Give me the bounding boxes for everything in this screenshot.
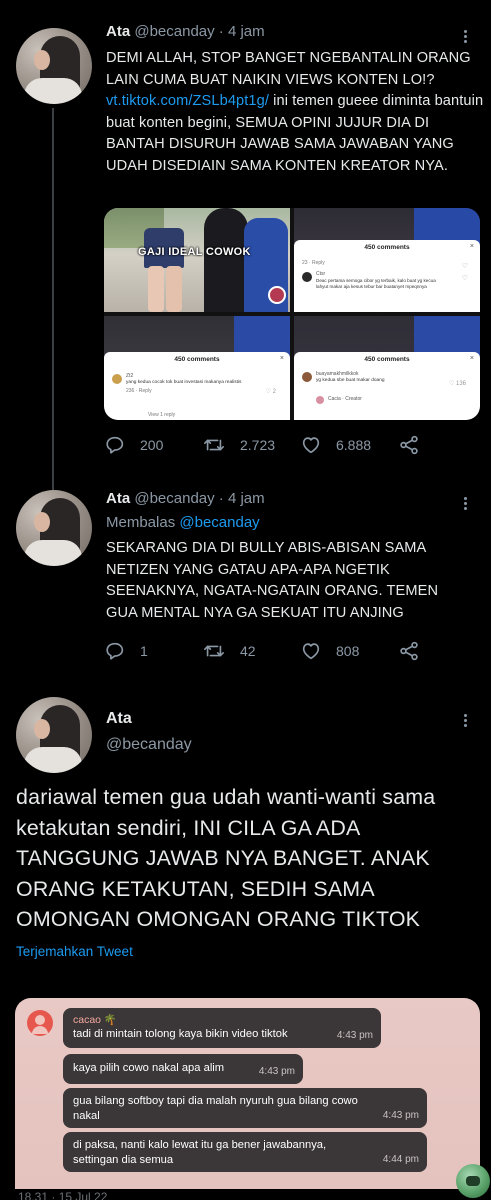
avatar[interactable]	[16, 697, 92, 773]
like-icon	[302, 643, 320, 660]
replying-to: Membalas @becanday	[106, 514, 260, 531]
reply-count: 200	[140, 437, 164, 453]
replying-handle[interactable]: @becanday	[179, 514, 259, 531]
chat-sender: cacao 🌴	[73, 1014, 118, 1026]
fab-icon[interactable]	[456, 1164, 490, 1198]
more-icon[interactable]	[460, 495, 470, 512]
chat-message: tadi di mintain tolong kaya bikin video …	[73, 1028, 288, 1040]
chat-message: gua bilang softboy tapi dia malah nyuruh…	[73, 1095, 358, 1122]
chat-avatar-icon	[27, 1010, 53, 1036]
tweet-timestamp: 18.31 · 15 Jul 22	[18, 1190, 108, 1200]
thread-line	[52, 108, 54, 488]
chat-bubble: di paksa, nanti kalo lewat itu ga bener …	[63, 1132, 427, 1172]
tweet-actions: 1 42 808	[104, 640, 480, 664]
tweet-text: DEMI ALLAH, STOP BANGET NGEBANTALIN ORAN…	[106, 50, 484, 174]
like-count: 808	[336, 643, 360, 659]
retweet-icon	[204, 645, 224, 657]
tweet-text: SEKARANG DIA DI BULLY ABIS-ABISAN SAMA N…	[106, 540, 439, 621]
media-photo-1[interactable]: GAJI IDEAL COWOK	[104, 208, 290, 312]
retweet-button[interactable]: 42	[202, 640, 256, 662]
like-button[interactable]: 808	[300, 640, 359, 662]
like-icon	[302, 437, 320, 454]
comments-header: 450 comments	[364, 244, 410, 251]
chat-time: 4:44 pm	[382, 1154, 419, 1165]
focused-author-handle[interactable]: @becanday	[106, 736, 192, 754]
media-photo-3[interactable]: 450 comments × Zt2 yang kedua cocok tok …	[104, 316, 290, 420]
author-name[interactable]: Ata	[106, 490, 130, 507]
chat-bubble: cacao 🌴 tadi di mintain tolong kaya biki…	[63, 1008, 381, 1048]
tweet-actions: 200 2.723 6.888	[104, 434, 480, 458]
reply-button[interactable]: 1	[104, 640, 148, 662]
like-count: 6.888	[336, 437, 372, 453]
like-button[interactable]: 6.888	[300, 434, 371, 456]
media-photo-4[interactable]: 450 comments × buayamakhmilkkok yg kedua…	[294, 316, 480, 420]
share-icon	[400, 641, 418, 661]
chat-time: 4:43 pm	[258, 1066, 295, 1077]
author-handle-time[interactable]: @becanday · 4 jam	[134, 23, 264, 40]
author-handle-time[interactable]: @becanday · 4 jam	[134, 490, 264, 507]
tweet-header: Ata @becanday · 4 jam	[106, 490, 265, 507]
media-photo-2[interactable]: 450 comments × 23 · Reply Ctsr Deac pert…	[294, 208, 480, 312]
tweet-2[interactable]: Ata @becanday · 4 jam Membalas @becanday…	[0, 488, 491, 680]
reply-icon	[106, 642, 124, 660]
comment-username: Ctsr	[316, 271, 326, 277]
reply-button[interactable]: 200	[104, 434, 163, 456]
comment-text: Deac pertama semoga cibor yg terbaik, ka…	[316, 278, 436, 289]
tweet-header: Ata @becanday · 4 jam	[106, 23, 265, 40]
chat-bubble: kaya pilih cowo nakal apa alim 4:43 pm	[63, 1054, 303, 1084]
retweet-icon	[204, 439, 224, 451]
translate-link[interactable]: Terjemahkan Tweet	[16, 944, 133, 959]
chat-screenshot[interactable]: cacao 🌴 tadi di mintain tolong kaya biki…	[15, 998, 480, 1200]
avatar[interactable]	[16, 28, 92, 104]
retweet-count: 2.723	[240, 437, 276, 453]
share-button[interactable]	[398, 640, 420, 662]
media-overlay-text: GAJI IDEAL COWOK	[138, 246, 251, 258]
author-name[interactable]: Ata	[106, 23, 130, 40]
chat-message: di paksa, nanti kalo lewat itu ga bener …	[73, 1139, 327, 1166]
chat-bubble: gua bilang softboy tapi dia malah nyuruh…	[63, 1088, 427, 1128]
tweet-1[interactable]: Ata @becanday · 4 jam DEMI ALLAH, STOP B…	[0, 0, 491, 490]
reply-icon	[106, 436, 124, 454]
chat-time: 4:43 pm	[336, 1030, 373, 1041]
tweet-media-grid[interactable]: GAJI IDEAL COWOK 450 comments × 23 · Rep…	[104, 208, 480, 420]
chat-time: 4:43 pm	[382, 1110, 419, 1121]
share-icon	[400, 435, 418, 455]
more-icon[interactable]	[460, 28, 470, 45]
share-button[interactable]	[398, 434, 420, 456]
tweet-link[interactable]: vt.tiktok.com/ZSLb4pt1g/	[106, 93, 269, 109]
retweet-count: 42	[240, 643, 256, 659]
retweet-button[interactable]: 2.723	[202, 434, 275, 456]
focused-tweet-text: dariawal temen gua udah wanti-wanti sama…	[16, 785, 436, 932]
more-icon[interactable]	[460, 712, 470, 729]
reply-count: 1	[140, 643, 148, 659]
focused-author-name[interactable]: Ata	[106, 710, 132, 728]
avatar[interactable]	[16, 490, 92, 566]
